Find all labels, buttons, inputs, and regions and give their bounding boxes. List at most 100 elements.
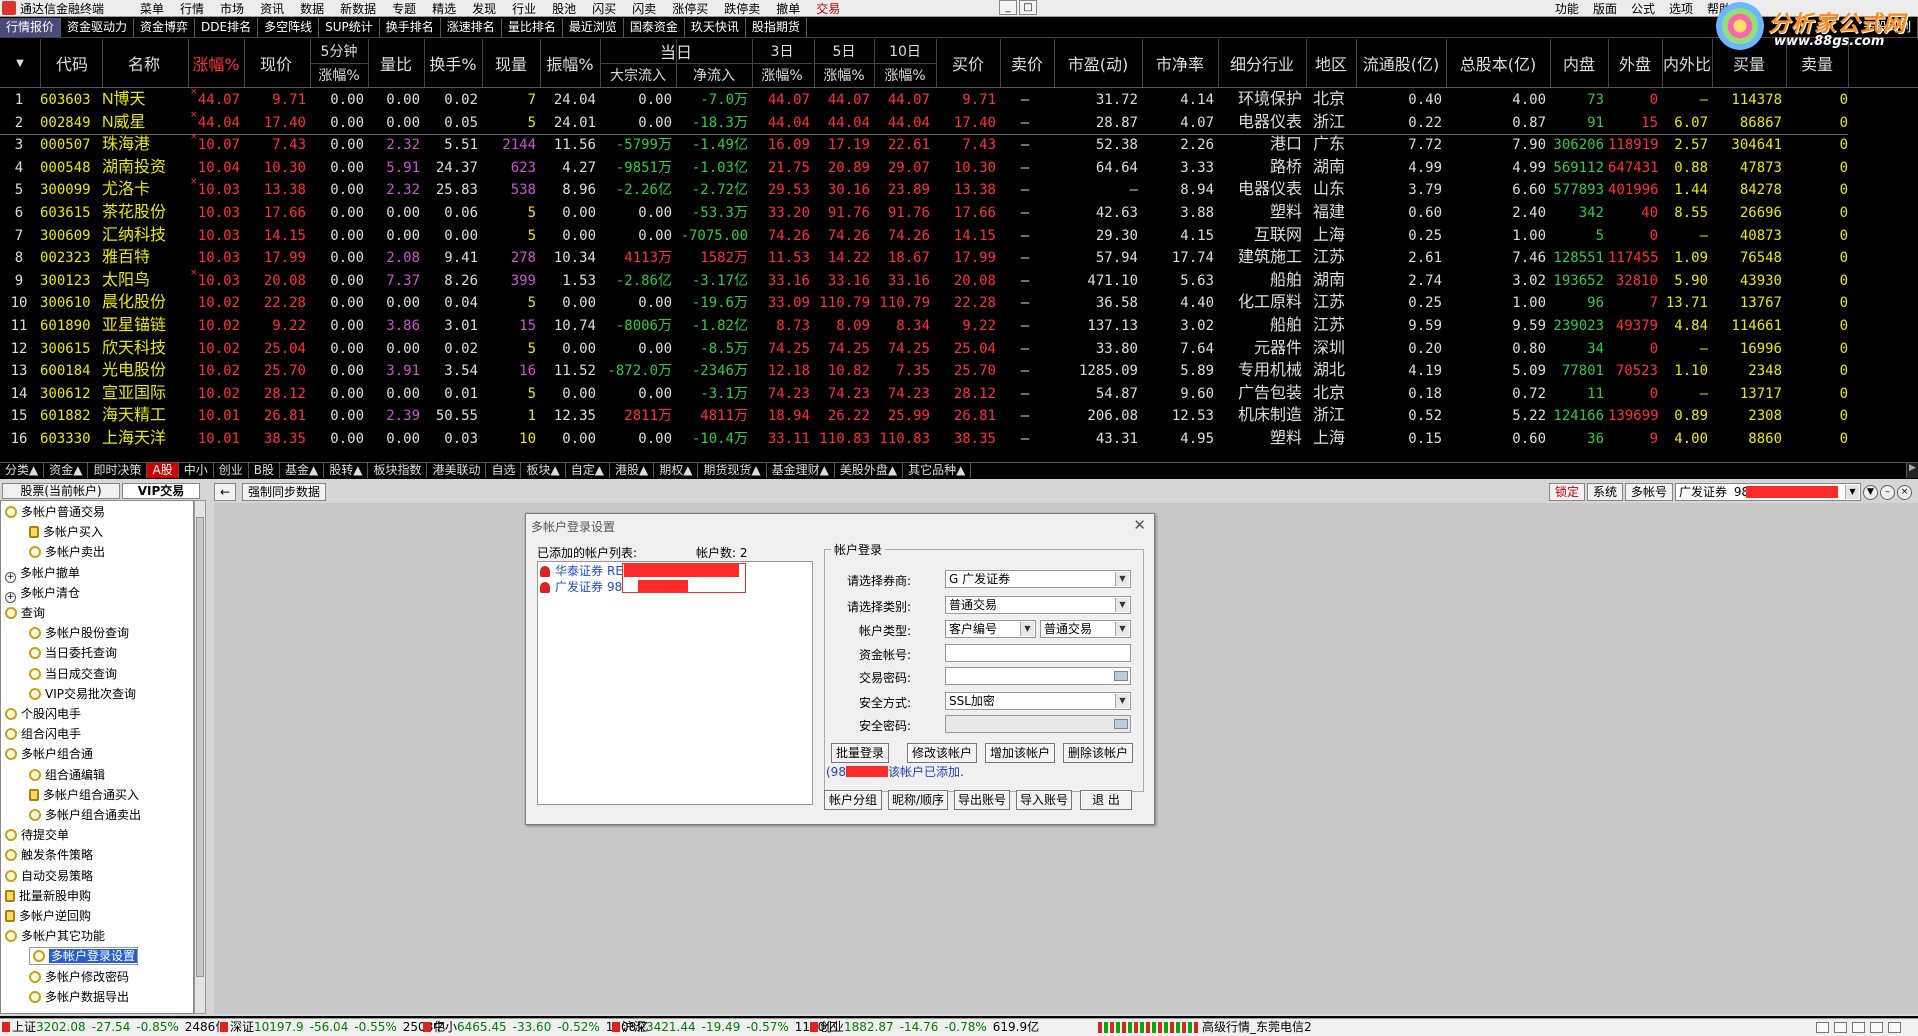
column-header-price[interactable]: 现价	[244, 39, 308, 87]
tree-item[interactable]: 多帐户组合通	[5, 745, 93, 763]
menu-item[interactable]: 新数据	[332, 0, 384, 17]
tree-item[interactable]: 触发条件策略	[5, 846, 93, 864]
list-item[interactable]: 广发证券 98	[540, 579, 622, 595]
category-tab[interactable]: 美股外盘▲	[835, 463, 904, 478]
nickname-order-button[interactable]: 昵称/顺序	[888, 790, 948, 810]
column-header-pe[interactable]: 市盈(动)	[1054, 39, 1142, 87]
security-password-input[interactable]	[945, 715, 1131, 733]
tab-stock-current-account[interactable]: 股票(当前帐户)	[2, 483, 120, 499]
tree-item[interactable]: 当日成交查询	[29, 665, 117, 683]
tree-item[interactable]: 多帐户登录设置	[29, 947, 139, 966]
table-row[interactable]: 7 300609 汇纳科技 10.03 14.15 0.00 0.00 0.00 5 0.00 0.…	[0, 225, 1918, 247]
category-tab[interactable]: 基金理财▲	[767, 463, 835, 478]
column-header-net-inflow[interactable]: 净流入	[676, 63, 752, 87]
category-tab[interactable]: 创业	[214, 463, 249, 478]
type-select[interactable]: 普通交易 ▼	[945, 596, 1131, 614]
category-tab[interactable]: 即时决策	[88, 463, 148, 478]
category-tab[interactable]: 自定▲	[566, 463, 610, 478]
fund-account-input[interactable]	[945, 644, 1131, 662]
force-sync-button[interactable]: 强制同步数据	[242, 483, 327, 501]
tree-item[interactable]: 当日委托查询	[29, 644, 117, 662]
close-icon[interactable]: ×	[1897, 484, 1912, 500]
tab-quote[interactable]: 国泰资金	[624, 18, 685, 37]
menu-item[interactable]: 版面	[1586, 0, 1624, 17]
menu-item[interactable]: 交易	[808, 0, 848, 17]
tree-item[interactable]: 自动交易策略	[5, 867, 93, 885]
exit-button[interactable]: 退 出	[1080, 790, 1132, 810]
tab-vip-trade[interactable]: VIP交易	[122, 483, 200, 499]
table-row[interactable]: 14 300612 宣亚国际 10.02 28.12 0.00 0.00 0.01 5 0.00 0…	[0, 383, 1918, 405]
table-row[interactable]: 13 600184 光电股份 10.02 25.70 0.00 3.91 3.54 16 11.5…	[0, 360, 1918, 382]
tree-item[interactable]: 多帐户修改密码	[29, 968, 129, 986]
keyboard-icon[interactable]	[1114, 719, 1128, 729]
table-row[interactable]: 6 603615 茶花股份 10.03 17.66 0.00 0.00 0.06 5 0.00 0.…	[0, 202, 1918, 224]
category-tab[interactable]: 板块▲	[521, 463, 566, 478]
column-header-float-shares[interactable]: 流通股(亿)	[1356, 39, 1446, 87]
tree-item[interactable]: 多帐户组合通卖出	[29, 806, 141, 824]
import-account-button[interactable]: 导入账号	[1016, 790, 1072, 810]
category-tab[interactable]: 港股▲	[610, 463, 655, 478]
table-row[interactable]: 2 002849 N威星 44.04 17.40 0.00 0.00 0.05 5 24.01 0.…	[0, 110, 1918, 134]
column-header-total-shares[interactable]: 总股本(亿)	[1446, 39, 1550, 87]
menu-item[interactable]: 行业	[504, 0, 544, 17]
table-row[interactable]: 1 603603 N博天 44.07 9.71 0.00 0.00 0.02 7 24.04 0.0…	[0, 87, 1918, 111]
tree-item[interactable]: 多帐户数据导出	[29, 988, 129, 1006]
tab-quote[interactable]: SUP统计	[319, 18, 380, 37]
tab-quote[interactable]: 玖天快讯	[685, 18, 746, 37]
column-header-3d-change[interactable]: 涨幅%	[752, 63, 812, 87]
menu-item[interactable]: 发现	[464, 0, 504, 17]
tab-quote[interactable]: 量比排名	[502, 18, 563, 37]
export-account-button[interactable]: 导出账号	[954, 790, 1010, 810]
menu-item[interactable]: 股池	[544, 0, 584, 17]
tab-quote[interactable]: 多空阵线	[258, 18, 320, 37]
menu-item[interactable]: 闪买	[584, 0, 624, 17]
menu-item[interactable]: 跌停卖	[716, 0, 768, 17]
tree-item[interactable]: 多帐户股份查询	[29, 624, 129, 642]
column-header-current-volume[interactable]: 现量	[482, 39, 540, 87]
menu-item[interactable]: 菜单	[132, 0, 172, 17]
category-tab[interactable]: 板块指数	[368, 463, 428, 478]
category-tab[interactable]: B股	[249, 463, 280, 478]
tree-item[interactable]: 待提交单	[5, 826, 69, 844]
menu-item[interactable]: 闪卖	[624, 0, 664, 17]
category-tab[interactable]: A股	[147, 463, 179, 478]
category-tab[interactable]: 港美联动	[427, 463, 487, 478]
column-header-5d[interactable]: 5日	[814, 39, 874, 63]
tree-item[interactable]: 多帐户逆回购	[5, 907, 91, 925]
column-header-io-ratio[interactable]: 内外比	[1662, 39, 1712, 87]
table-row[interactable]: 16 603330 上海天洋 10.01 38.35 0.00 0.00 0.03 10 0.00…	[0, 428, 1918, 450]
column-header-buy-price[interactable]: 买价	[936, 39, 1000, 87]
menu-item[interactable]: 功能	[1548, 0, 1586, 17]
column-header-10d-change[interactable]: 涨幅%	[874, 63, 936, 87]
tree-item[interactable]: 多帐户普通交易	[5, 503, 105, 521]
collapse-icon[interactable]: ▼	[1863, 484, 1878, 500]
category-tab[interactable]: 资金▲	[44, 463, 89, 478]
table-row[interactable]: 12 300615 欣天科技 10.02 25.04 0.00 0.00 0.02 5 0.00 0…	[0, 338, 1918, 360]
table-row[interactable]: 5 300099 尤洛卡 10.03 13.38 0.00 2.32 25.83 538 8.96…	[0, 177, 1918, 201]
column-header-5d-change[interactable]: 涨幅%	[814, 63, 874, 87]
category-tab[interactable]: 分类▲	[0, 463, 45, 478]
menu-item[interactable]: 选项	[1662, 0, 1700, 17]
column-header-outer[interactable]: 外盘	[1608, 39, 1662, 87]
table-row[interactable]: 11 601890 亚星锚链 10.02 9.22 0.00 3.86 3.01 15 10.74…	[0, 315, 1918, 337]
tree-scrollbar[interactable]	[194, 500, 206, 1014]
system-button[interactable]: 系统	[1586, 483, 1623, 501]
tab-quote[interactable]: 资金驱动力	[61, 18, 135, 37]
table-row[interactable]: 4 000548 湖南投资 10.04 10.30 0.00 5.91 24.37 623 4.2…	[0, 157, 1918, 179]
tree-item[interactable]: + 多帐户清仓	[5, 584, 80, 603]
list-item[interactable]: 华泰证券 RE	[540, 563, 623, 579]
tree-item[interactable]: 个股闪电手	[5, 705, 81, 723]
tab-quote[interactable]: 涨速排名	[441, 18, 502, 37]
close-icon[interactable]: ✕	[1133, 516, 1146, 534]
column-header-pb[interactable]: 市净率	[1142, 39, 1218, 87]
column-header-inner[interactable]: 内盘	[1550, 39, 1608, 87]
tree-item[interactable]: 组合闪电手	[5, 725, 81, 743]
account-list[interactable]: 华泰证券 RE 广发证券 98	[537, 561, 813, 805]
column-header-10d[interactable]: 10日	[874, 39, 936, 63]
tree-item[interactable]: VIP交易批次查询	[29, 685, 136, 703]
sort-indicator-icon[interactable]: ▼	[10, 53, 30, 73]
restore-icon[interactable]: □	[1019, 0, 1037, 15]
minimize-icon[interactable]: _	[999, 0, 1017, 15]
multi-account-button[interactable]: 多帐号	[1624, 483, 1673, 501]
scroll-right-icon[interactable]: ▶	[1906, 463, 1918, 478]
